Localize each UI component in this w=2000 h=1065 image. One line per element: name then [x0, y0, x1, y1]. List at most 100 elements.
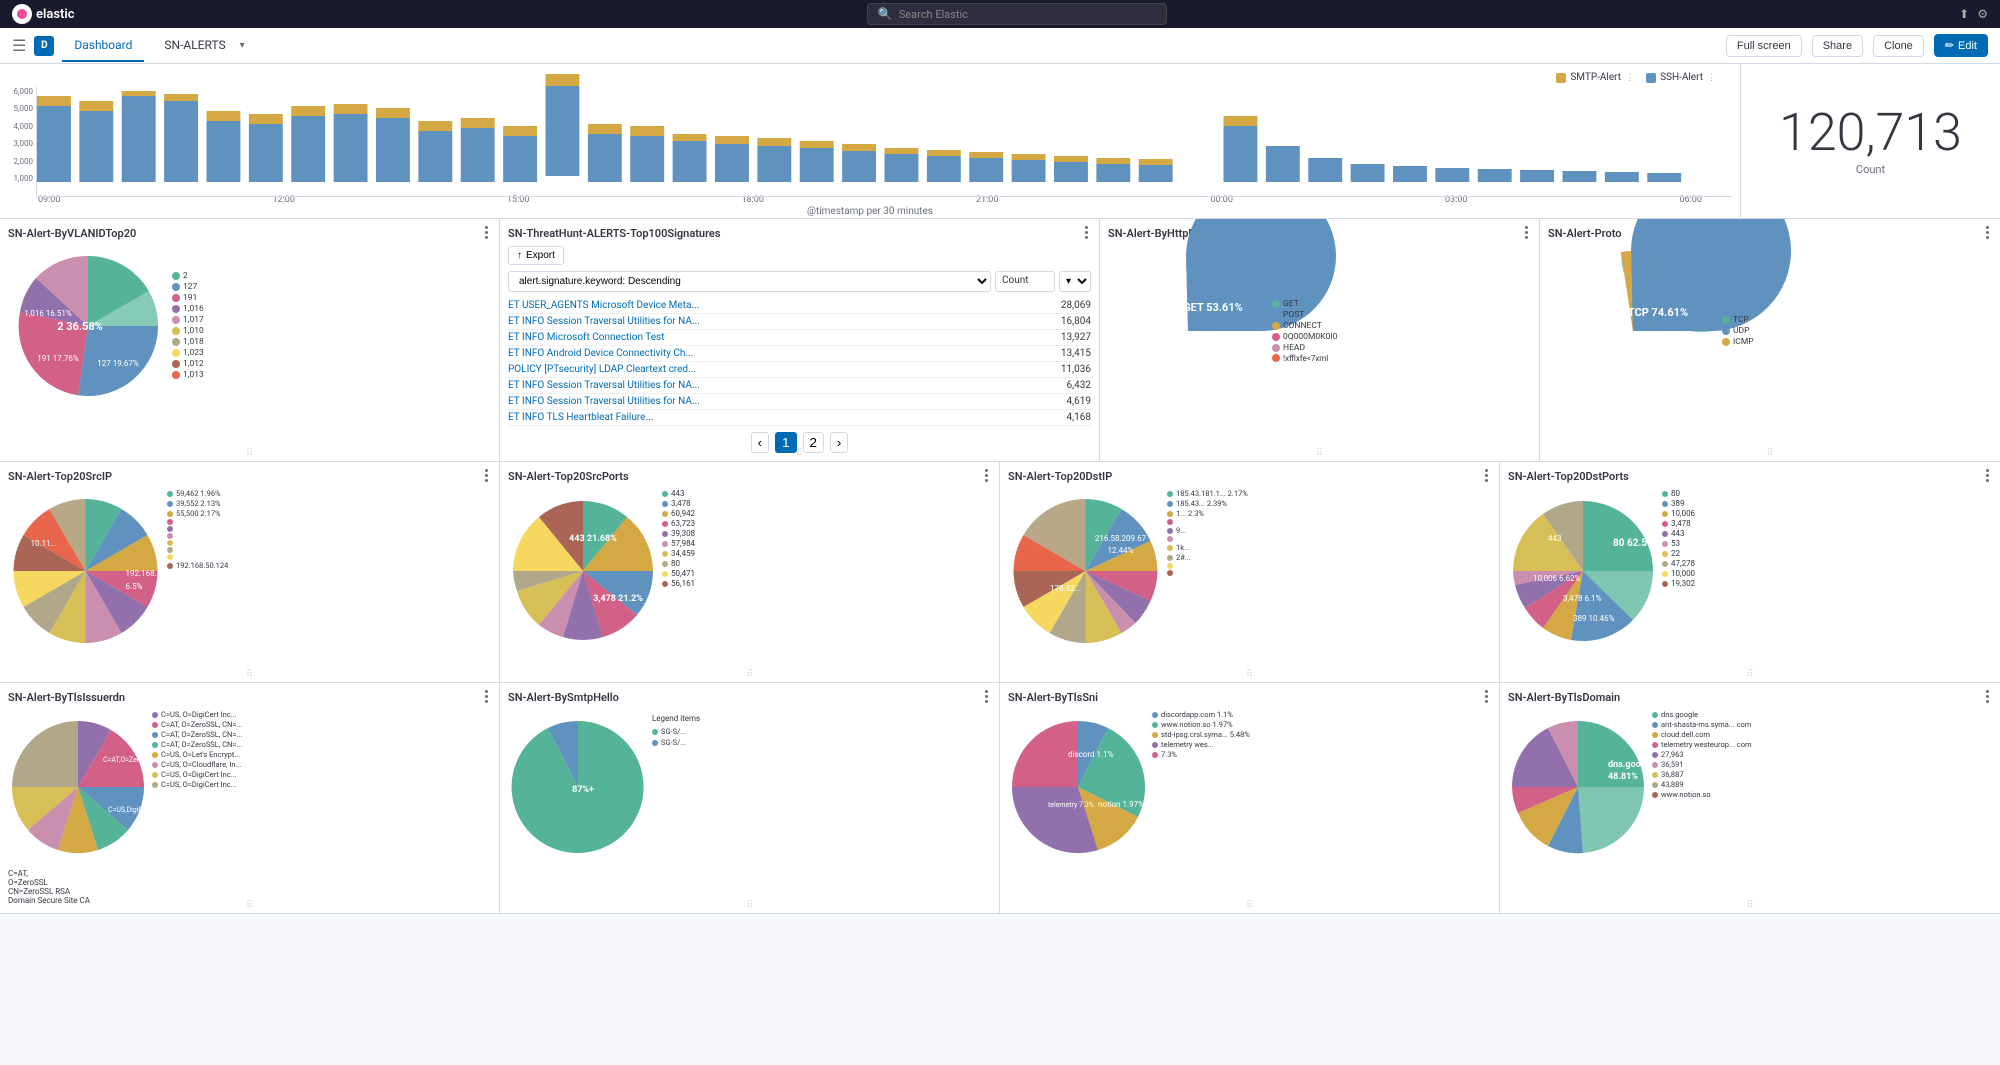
- row-value-2: 16,804: [1061, 316, 1091, 327]
- signatures-table: ET USER_AGENTS Microsoft Device Meta... …: [508, 298, 1091, 426]
- panel-dstip-drag[interactable]: ⠿: [1246, 669, 1253, 680]
- nav-left: ☰ D Dashboard SN-ALERTS ▾: [12, 30, 245, 62]
- srcport-l10: 56,161: [662, 579, 695, 588]
- row-label-2[interactable]: ET INFO Session Traversal Utilities for …: [508, 316, 1053, 327]
- row-label-3[interactable]: ET INFO Microsoft Connection Test: [508, 332, 1053, 343]
- row-label-1[interactable]: ET USER_AGENTS Microsoft Device Meta...: [508, 300, 1053, 311]
- filter-row: alert.signature.keyword: Descending Coun…: [508, 271, 1091, 292]
- vlan-pie-content: 2 36.58% 127 19.67% 191 17.76% 1,016 16.…: [8, 246, 491, 406]
- srcip-svg: 192.168.50.124 6.5% 10.11...: [8, 489, 163, 654]
- table-row-6: ET INFO Session Traversal Utilities for …: [508, 378, 1091, 394]
- row-label-6[interactable]: ET INFO Session Traversal Utilities for …: [508, 380, 1059, 391]
- rows-select[interactable]: ▾: [1059, 271, 1091, 292]
- export-button[interactable]: ↑ Export: [508, 246, 564, 265]
- smtp-l2: SG-S/...: [652, 738, 700, 747]
- srcip-l6: [167, 533, 228, 539]
- smtphello-content: 87%+ Legend items SG-S/... SG-S/...: [508, 710, 991, 865]
- srcip-l10: 192.168.50.124: [167, 561, 228, 570]
- domain-l5: 27,963: [1652, 750, 1752, 759]
- srcports-content: 443 21.68% 3,478 21.2% 443 3,478 60,942 …: [508, 489, 991, 654]
- srcip-l4: [167, 519, 228, 525]
- panel-vlan-drag[interactable]: ⠿: [246, 448, 253, 459]
- proto-pie-content: TCP 74.61% UDP 25.38% TCP UDP ICMP: [1548, 246, 1992, 416]
- clone-button[interactable]: Clone: [1873, 35, 1924, 57]
- dstport-l5: 443: [1662, 529, 1695, 538]
- table-row-8: ET INFO TLS Heartbleat Failure... 4,168: [508, 410, 1091, 426]
- fullscreen-button[interactable]: Full screen: [1726, 35, 1802, 57]
- row-label-4[interactable]: ET INFO Android Device Connectivity Ch..…: [508, 348, 1053, 359]
- proto-pie-svg: TCP 74.61% UDP 25.38%: [1548, 246, 1718, 416]
- srcip-l3: 55,500 2.17%: [167, 509, 228, 518]
- dstport-l9: 10,000: [1662, 569, 1695, 578]
- page-1-button[interactable]: 1: [775, 432, 796, 453]
- table-row-5: POLICY [PTsecurity] LDAP Cleartext cred.…: [508, 362, 1091, 378]
- share-icon[interactable]: ⬆: [1959, 7, 1969, 21]
- next-page-button[interactable]: ›: [830, 432, 848, 453]
- top-bar: elastic 🔍 Search Elastic ⬆ ⚙: [0, 0, 2000, 28]
- domain-l6: 36,591: [1652, 760, 1752, 769]
- signature-filter-select[interactable]: alert.signature.keyword: Descending: [508, 271, 991, 292]
- panel-tlsdomain-drag[interactable]: ⠿: [1746, 900, 1753, 911]
- legend-item-127: 127: [172, 282, 204, 292]
- panel-dstports-menu[interactable]: [1980, 468, 1994, 482]
- tab-dashboard[interactable]: Dashboard: [62, 30, 144, 62]
- panel-srcports-drag[interactable]: ⠿: [746, 669, 753, 680]
- legend-smtp: SMTP-Alert ⋮: [1556, 72, 1634, 83]
- panel-smtphello-drag[interactable]: ⠿: [746, 900, 753, 911]
- dropdown-icon[interactable]: ▾: [240, 40, 245, 51]
- panel-smtphello: SN-Alert-BySmtpHello 87%+ Legend items S…: [500, 683, 1000, 913]
- legend-post: POST: [1272, 310, 1337, 320]
- panel-tlssni-drag[interactable]: ⠿: [1246, 900, 1253, 911]
- tlssni-legend: discordapp.com 1.1% www.notion.so 1.97% …: [1152, 710, 1250, 865]
- tab-sn-alerts[interactable]: SN-ALERTS: [152, 30, 237, 62]
- panel-srcip-menu[interactable]: [479, 468, 493, 482]
- share-button[interactable]: Share: [1812, 35, 1863, 57]
- search-bar[interactable]: 🔍 Search Elastic: [867, 3, 1167, 25]
- panel-tlssni-menu[interactable]: [1479, 689, 1493, 703]
- hamburger-icon[interactable]: ☰: [12, 36, 26, 55]
- svg-text:1,016 16.51%: 1,016 16.51%: [24, 309, 72, 318]
- edit-button[interactable]: ✏ Edit: [1934, 34, 1988, 57]
- page-2-button[interactable]: 2: [803, 432, 824, 453]
- dstport-l7: 22: [1662, 549, 1695, 558]
- row-label-8[interactable]: ET INFO TLS Heartbleat Failure...: [508, 412, 1059, 423]
- row-label-5[interactable]: POLICY [PTsecurity] LDAP Cleartext cred.…: [508, 364, 1053, 375]
- dstport-l3: 10,006: [1662, 509, 1695, 518]
- svg-text:389 10.46%: 389 10.46%: [1573, 614, 1615, 623]
- panel-tlsissuerdn-menu[interactable]: [479, 689, 493, 703]
- svg-text:80 62.59%: 80 62.59%: [1613, 538, 1660, 549]
- panel-signatures-drag[interactable]: ⠿: [796, 448, 803, 459]
- srcip-l8: [167, 547, 228, 553]
- panel-proto-drag[interactable]: ⠿: [1766, 448, 1773, 459]
- row-label-7[interactable]: ET INFO Session Traversal Utilities for …: [508, 396, 1059, 407]
- panel-srcports-menu[interactable]: [979, 468, 993, 482]
- srcip-l5: [167, 526, 228, 532]
- panel-smtphello-menu[interactable]: [979, 689, 993, 703]
- panel-httpmethod-drag[interactable]: ⠿: [1316, 448, 1323, 459]
- row-value-6: 6,432: [1067, 380, 1091, 391]
- panel-dstip-menu[interactable]: [1479, 468, 1493, 482]
- svg-text:C=AT,O=ZeroSSL: C=AT,O=ZeroSSL: [103, 756, 155, 764]
- panel-tlsdomain-menu[interactable]: [1980, 689, 1994, 703]
- dstports-legend: 80 389 10,006 3,478 443 53 22 47,278 10,…: [1662, 489, 1695, 654]
- panel-vlan-menu[interactable]: [479, 225, 493, 239]
- ssh-legend-menu[interactable]: ⋮: [1707, 73, 1716, 83]
- settings-icon[interactable]: ⚙: [1977, 7, 1988, 21]
- legend-0q: 0Q000M0K0I0: [1272, 332, 1337, 342]
- panel-httpmethod-menu[interactable]: [1519, 225, 1533, 239]
- x-axis-title: @timestamp per 30 minutes: [8, 206, 1732, 217]
- row-value-5: 11,036: [1061, 364, 1091, 375]
- panel-dstip: SN-Alert-Top20DstIP 216.58.209.67: [1000, 462, 1500, 682]
- panels-row-3: SN-Alert-ByTlsIssuerdn C=AT,O=ZeroSSL C=…: [0, 683, 2000, 914]
- srcip-l7: [167, 540, 228, 546]
- panel-srcip-drag[interactable]: ⠿: [246, 669, 253, 680]
- panel-srcip-title: SN-Alert-Top20SrcIP: [8, 470, 491, 483]
- legend-item-191: 191: [172, 293, 204, 303]
- panel-tlsissuerdn-drag[interactable]: ⠿: [246, 900, 253, 911]
- dstport-l4: 3,478: [1662, 519, 1695, 528]
- panel-signatures-menu[interactable]: [1079, 225, 1093, 239]
- panel-proto-menu[interactable]: [1980, 225, 1994, 239]
- prev-page-button[interactable]: ‹: [751, 432, 769, 453]
- panel-dstports-drag[interactable]: ⠿: [1746, 669, 1753, 680]
- smtp-legend-menu[interactable]: ⋮: [1625, 73, 1634, 83]
